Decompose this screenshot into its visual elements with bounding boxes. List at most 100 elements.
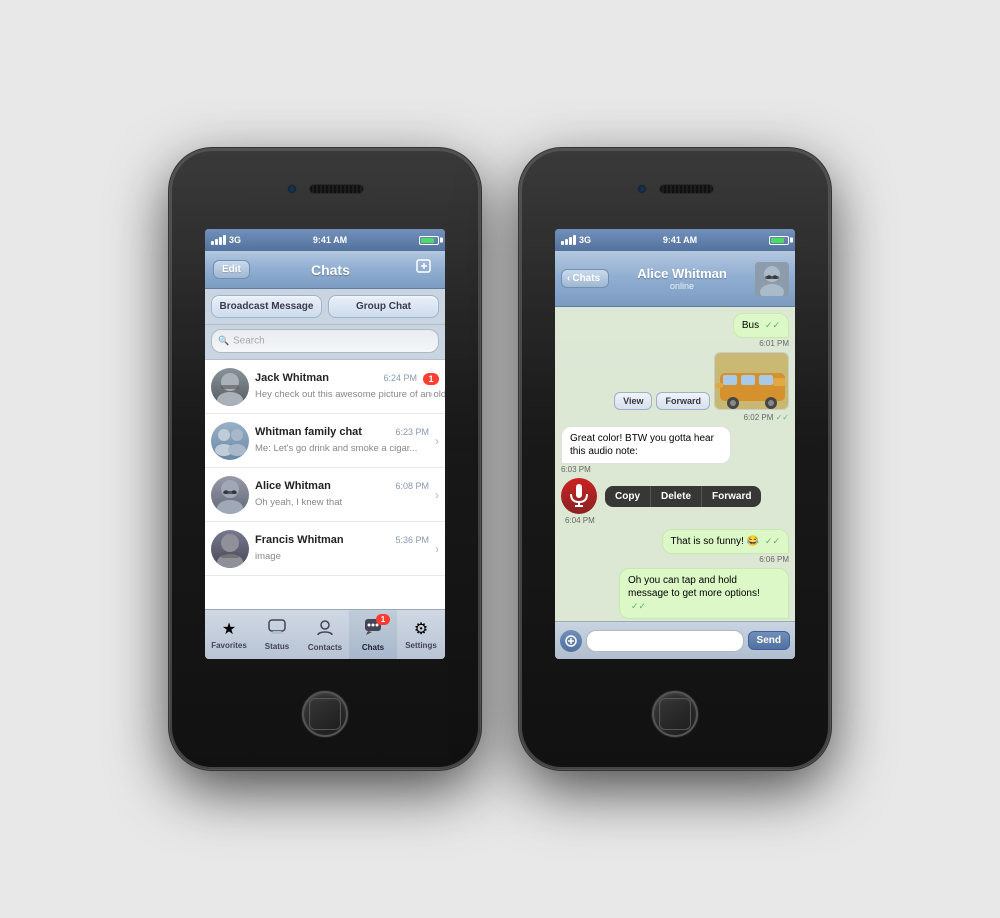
alice-time: 6:08 PM	[395, 481, 429, 491]
home-button-right[interactable]	[652, 691, 698, 737]
messages-area: Bus ✓✓ 6:01 PM View Forward	[555, 307, 795, 621]
msg-funny: That is so funny! 😂 ✓✓ 6:06 PM	[561, 529, 789, 564]
network-left: 3G	[229, 235, 241, 245]
family-preview: Me: Let's go drink and smoke a cigar...	[255, 443, 417, 454]
back-button[interactable]: ‹ Chats	[561, 269, 609, 288]
tab-settings[interactable]: ⚙ Settings	[397, 610, 445, 659]
bus-actions-col: View Forward	[614, 392, 710, 410]
alice-preview: Oh yeah, I knew that	[255, 497, 342, 508]
phone-top-right	[520, 149, 830, 229]
time-left: 9:41 AM	[313, 235, 347, 245]
family-icon	[211, 422, 249, 460]
copy-menu-item[interactable]: Copy	[605, 486, 651, 507]
time-bus: 6:01 PM	[759, 339, 789, 348]
battery-right	[769, 236, 789, 245]
alice-right: ›	[435, 488, 439, 502]
bubble-tap-hold[interactable]: Oh you can tap and hold message to get m…	[619, 568, 789, 619]
left-phone: 3G 9:41 AM Edit Chats	[170, 149, 480, 769]
tab-contacts[interactable]: Contacts	[301, 610, 349, 659]
send-button[interactable]: Send	[748, 631, 790, 650]
msg-great-color: Great color! BTW you gotta hear this aud…	[561, 426, 789, 474]
action-buttons-area: Broadcast Message Group Chat	[205, 289, 445, 325]
chat-info-family: Whitman family chat 6:23 PM Me: Let's go…	[255, 426, 429, 456]
favorites-label: Favorites	[211, 641, 247, 650]
chat-nav-center: Alice Whitman online	[613, 266, 751, 291]
new-chat-button[interactable]	[411, 256, 437, 283]
chat-item-alice[interactable]: Alice Whitman 6:08 PM Oh yeah, I knew th…	[205, 468, 445, 522]
family-time: 6:23 PM	[395, 427, 429, 437]
contacts-icon	[316, 618, 334, 641]
nav-title-chats: Chats	[250, 262, 411, 278]
chat-info-francis: Francis Whitman 5:36 PM image	[255, 534, 429, 564]
check-bus: ✓✓	[765, 320, 780, 330]
context-menu: Copy Delete Forward	[605, 486, 761, 507]
attach-button[interactable]	[560, 630, 582, 652]
nav-bar-left: Edit Chats	[205, 251, 445, 289]
chat-item-jack[interactable]: Jack Whitman 6:24 PM Hey check out this …	[205, 360, 445, 414]
favorites-icon: ★	[222, 619, 236, 639]
bubble-funny[interactable]: That is so funny! 😂 ✓✓	[662, 529, 789, 554]
chat-info-alice: Alice Whitman 6:08 PM Oh yeah, I knew th…	[255, 480, 429, 510]
chat-item-francis[interactable]: Francis Whitman 5:36 PM image ›	[205, 522, 445, 576]
status-bar-left: 3G 9:41 AM	[205, 229, 445, 251]
speaker-left	[309, 184, 364, 194]
broadcast-button[interactable]: Broadcast Message	[211, 295, 322, 318]
image-action-buttons: View Forward	[614, 392, 710, 410]
chats-label: Chats	[362, 643, 384, 652]
time-great-color: 6:03 PM	[561, 465, 591, 474]
forward-button[interactable]: Forward	[656, 392, 710, 410]
chat-nav: ‹ Chats Alice Whitman online	[555, 251, 795, 307]
francis-name: Francis Whitman	[255, 534, 344, 546]
edit-button[interactable]: Edit	[213, 260, 250, 279]
home-button-area-right	[652, 659, 698, 769]
msg-tap-hold: Oh you can tap and hold message to get m…	[561, 568, 789, 621]
contact-avatar[interactable]	[755, 262, 789, 296]
camera-left	[287, 184, 297, 194]
jack-badge: 1	[423, 373, 439, 385]
jack-preview: Hey check out this awesome picture of an…	[255, 389, 445, 400]
audio-row: Copy Delete Forward	[561, 478, 761, 514]
chat-item-family[interactable]: Whitman family chat 6:23 PM Me: Let's go…	[205, 414, 445, 468]
audio-group: Copy Delete Forward 6:04 PM	[561, 478, 789, 525]
contact-name: Alice Whitman	[637, 266, 727, 281]
message-input[interactable]	[586, 630, 744, 652]
delete-menu-item[interactable]: Delete	[651, 486, 702, 507]
avatar-family	[211, 422, 249, 460]
bubble-great-color[interactable]: Great color! BTW you gotta hear this aud…	[561, 426, 731, 464]
search-bar: 🔍 Search	[205, 325, 445, 360]
signal-left	[211, 235, 226, 245]
avatar-francis	[211, 530, 249, 568]
time-audio: 6:04 PM	[565, 516, 595, 525]
contact-status: online	[670, 281, 694, 291]
chats-badge: 1	[376, 614, 390, 625]
network-right: 3G	[579, 235, 591, 245]
chats-icon	[364, 623, 382, 640]
family-right: ›	[435, 434, 439, 448]
view-button[interactable]: View	[614, 392, 652, 410]
group-chat-button[interactable]: Group Chat	[328, 295, 439, 318]
audio-bubble[interactable]	[561, 478, 597, 514]
bubble-bus[interactable]: Bus ✓✓	[733, 313, 789, 338]
avatar-alice	[211, 476, 249, 514]
jack-right: 1 ›	[423, 373, 439, 401]
bus-image[interactable]	[714, 352, 789, 410]
signal-right	[561, 235, 576, 245]
jack-time: 6:24 PM	[383, 373, 417, 383]
home-button-left[interactable]	[302, 691, 348, 737]
right-phone: 3G 9:41 AM ‹ Chats Alice Whitman online	[520, 149, 830, 769]
camera-right	[637, 184, 647, 194]
forward-menu-item[interactable]: Forward	[702, 486, 761, 507]
francis-preview: image	[255, 551, 281, 562]
left-screen: 3G 9:41 AM Edit Chats	[205, 229, 445, 659]
tab-chats[interactable]: 1 Chats	[349, 610, 397, 659]
speaker-right	[659, 184, 714, 194]
battery-left	[419, 236, 439, 245]
phone-top-left	[170, 149, 480, 229]
francis-time: 5:36 PM	[395, 535, 429, 545]
contacts-label: Contacts	[308, 643, 342, 652]
tab-favorites[interactable]: ★ Favorites	[205, 610, 253, 659]
bus-img-row: View Forward	[614, 352, 789, 410]
home-button-area-left	[302, 659, 348, 769]
tab-status[interactable]: Status	[253, 610, 301, 659]
input-bar: Send	[555, 621, 795, 659]
